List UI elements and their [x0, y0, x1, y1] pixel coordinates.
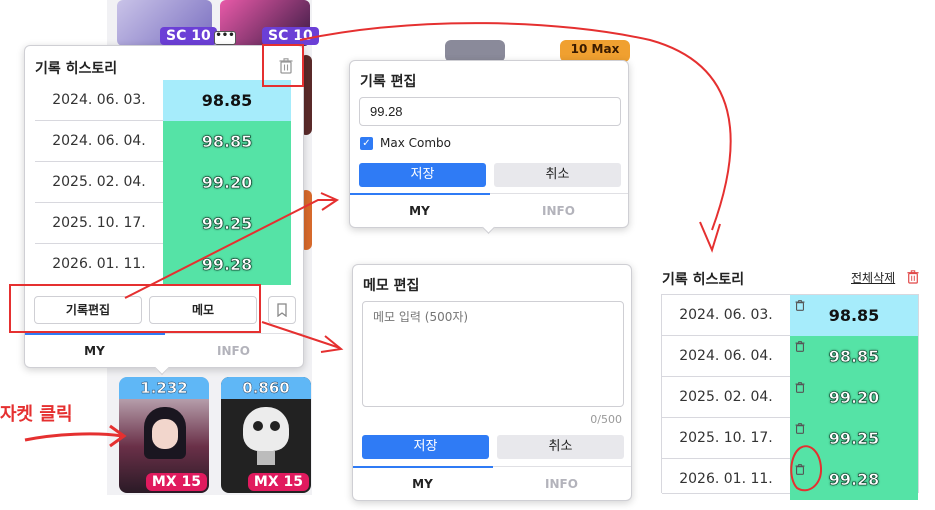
- bookmark-icon: [277, 303, 287, 318]
- mx-level-badge: MX 15: [247, 473, 309, 491]
- record-score: 99.25: [163, 203, 291, 244]
- record-date: 2025. 02. 04.: [52, 174, 146, 190]
- history-row: 2024. 06. 04. 98.85: [35, 121, 291, 162]
- max-combo-label: Max Combo: [380, 136, 451, 150]
- record-date: 2025. 02. 04.: [679, 389, 773, 405]
- history-panel: 기록 히스토리 전체삭제 2024. 06. 03. 98.85 2024. 0…: [661, 262, 921, 500]
- max-combo-checkbox[interactable]: ✓: [360, 137, 373, 150]
- annotation-label: 자켓 클릭: [0, 404, 73, 425]
- background-jacket-5: [445, 40, 505, 62]
- record-date: 2024. 06. 04.: [52, 133, 146, 149]
- tab-my[interactable]: MY: [353, 467, 492, 500]
- sc-level-badge: SC 10: [160, 27, 217, 45]
- record-date: 2025. 10. 17.: [679, 430, 773, 446]
- more-icon[interactable]: •••: [214, 31, 236, 45]
- memo-popup: 메모 편집 0/500 저장 취소 MY INFO: [352, 264, 632, 501]
- trash-icon[interactable]: [795, 296, 805, 315]
- tab-my[interactable]: MY: [25, 334, 164, 367]
- trash-icon[interactable]: [795, 337, 805, 356]
- score-input[interactable]: [359, 97, 621, 126]
- record-date: 2024. 06. 04.: [679, 348, 773, 364]
- tab-info[interactable]: INFO: [492, 467, 631, 500]
- record-score: 99.28: [790, 459, 918, 500]
- trash-icon[interactable]: [795, 460, 805, 479]
- annotation-box: [262, 44, 304, 87]
- history-row: 2024. 06. 03. 98.85: [662, 295, 918, 336]
- record-date: 2026. 01. 11.: [52, 256, 146, 272]
- record-score: 99.20: [790, 377, 918, 418]
- tab-info[interactable]: INFO: [164, 334, 303, 367]
- cancel-button[interactable]: 취소: [497, 435, 624, 459]
- bookmark-button[interactable]: [268, 296, 296, 324]
- record-score: 98.85: [163, 121, 291, 162]
- panel-title: 기록 히스토리: [662, 272, 745, 288]
- record-score: 98.85: [790, 336, 918, 377]
- record-score: 98.85: [790, 295, 918, 336]
- save-button[interactable]: 저장: [362, 435, 489, 459]
- record-date: 2024. 06. 03.: [52, 92, 146, 108]
- record-date: 2024. 06. 03.: [679, 307, 773, 323]
- jacket-art: [152, 419, 178, 449]
- jacket-score: 0.860: [221, 377, 311, 399]
- history-row: 2024. 06. 03. 98.85: [35, 80, 291, 121]
- history-row: 2026. 01. 11. 99.28: [35, 244, 291, 285]
- delete-all-link[interactable]: 전체삭제: [851, 269, 895, 286]
- jacket-art: [257, 451, 275, 465]
- history-row: 2025. 02. 04. 99.20: [35, 162, 291, 203]
- tab-bar: MY INFO: [25, 333, 303, 367]
- char-counter: 0/500: [590, 413, 622, 426]
- record-score: 99.28: [163, 244, 291, 285]
- record-score: 99.25: [790, 418, 918, 459]
- tab-bar: MY INFO: [353, 466, 631, 500]
- song-jacket-1[interactable]: 1.232 MX 15: [119, 377, 209, 493]
- history-row: 2024. 06. 04. 98.85: [662, 336, 918, 377]
- trash-icon[interactable]: [795, 419, 805, 438]
- tab-my[interactable]: MY: [350, 194, 489, 227]
- history-row: 2026. 01. 11. 99.28: [662, 459, 918, 500]
- record-date: 2026. 01. 11.: [679, 471, 773, 487]
- popup-title: 기록 편집: [360, 74, 417, 90]
- trash-icon[interactable]: [907, 269, 919, 288]
- jacket-score: 1.232: [119, 377, 209, 399]
- annotation-box: [9, 284, 261, 333]
- record-score: 99.20: [163, 162, 291, 203]
- background-jacket-6: 10 Max: [560, 40, 630, 62]
- cancel-button[interactable]: 취소: [494, 163, 621, 187]
- partial-badge-text: 10 Max: [570, 42, 620, 56]
- history-row: 2025. 02. 04. 99.20: [662, 377, 918, 418]
- memo-textarea[interactable]: [362, 301, 624, 407]
- song-jacket-2[interactable]: 0.860 MX 15: [221, 377, 311, 493]
- popup-title: 메모 편집: [363, 278, 420, 294]
- sc-level-badge: SC 10: [262, 27, 319, 45]
- jacket-art: [270, 421, 280, 431]
- jacket-art: [243, 407, 289, 451]
- tab-info[interactable]: INFO: [489, 194, 628, 227]
- history-row: 2025. 10. 17. 99.25: [35, 203, 291, 244]
- trash-icon[interactable]: [795, 378, 805, 397]
- record-date: 2025. 10. 17.: [52, 215, 146, 231]
- edit-record-popup: 기록 편집 ✓ Max Combo 저장 취소 MY INFO: [349, 60, 629, 228]
- save-button[interactable]: 저장: [359, 163, 486, 187]
- history-row: 2025. 10. 17. 99.25: [662, 418, 918, 459]
- mx-level-badge: MX 15: [145, 473, 207, 491]
- popup-title: 기록 히스토리: [35, 61, 118, 77]
- history-table: 2024. 06. 03. 98.85 2024. 06. 04. 98.85 …: [661, 294, 919, 500]
- jacket-art: [253, 421, 263, 431]
